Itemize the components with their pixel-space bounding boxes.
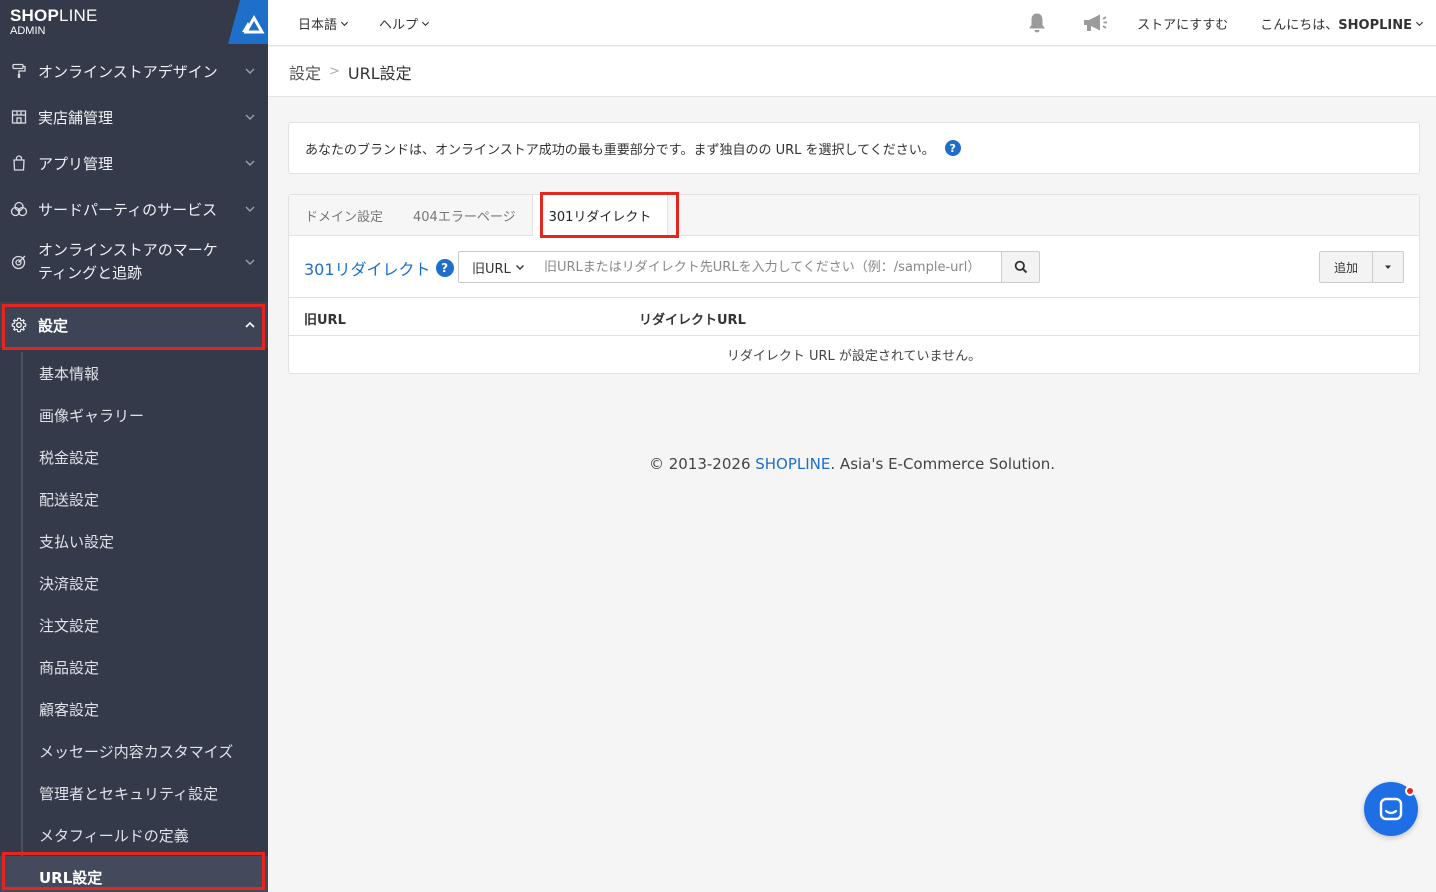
sidebar-subitem-url-settings[interactable]: URL設定 <box>0 856 268 892</box>
sidebar-item-apps[interactable]: アプリ管理 <box>0 140 268 186</box>
help-label: ヘルプ <box>379 17 419 33</box>
settings-submenu: 基本情報 画像ギャラリー 税金設定 配送設定 支払い設定 決済設定 注文設定 商… <box>0 352 268 892</box>
brand-bold: SHOP <box>10 6 59 25</box>
empty-table-message: リダイレクト URL が設定されていません。 <box>726 349 982 364</box>
caret-down-icon <box>1385 265 1391 269</box>
chat-icon <box>1379 797 1403 821</box>
chevron-down-icon <box>515 265 524 270</box>
sidebar: SHOPLINE ADMIN オンラインストアデザイン 実店舗管理 アプリ管理 <box>0 0 268 892</box>
notice-text: あなたのブランドは、オンラインストア成功の最も重要部分です。まず独自のの URL… <box>305 142 935 158</box>
circles-icon <box>10 200 28 218</box>
tab-404-page[interactable]: 404エラーページ <box>413 195 516 235</box>
breadcrumb-separator: > <box>329 64 340 79</box>
sidebar-subitem-order[interactable]: 注文設定 <box>0 604 268 646</box>
shopping-bag-icon <box>10 154 28 172</box>
sidebar-item-label: サードパーティのサービス <box>38 200 218 219</box>
target-icon <box>10 253 28 271</box>
sidebar-item-label: オンラインストアのマーケ ティングと追跡 <box>38 241 218 282</box>
collapse-sidebar-icon[interactable] <box>228 0 268 44</box>
breadcrumb: 設定 > URL設定 <box>268 47 1436 97</box>
search-button[interactable] <box>1001 251 1040 283</box>
sidebar-subitem-message[interactable]: メッセージ内容カスタマイズ <box>0 730 268 772</box>
megaphone-icon[interactable] <box>1081 11 1109 35</box>
brand-thin: LINE <box>58 6 98 25</box>
sidebar-subitem-tax[interactable]: 税金設定 <box>0 436 268 478</box>
store-icon <box>10 108 28 126</box>
search-icon <box>1014 260 1027 274</box>
chat-launcher-button[interactable] <box>1364 782 1418 836</box>
chevron-down-icon <box>245 68 255 74</box>
sidebar-item-physical-store[interactable]: 実店舗管理 <box>0 94 268 140</box>
add-options-button[interactable] <box>1373 251 1404 283</box>
table-header: 旧URL リダイレクトURL <box>289 298 1419 336</box>
sidebar-item-label: オンラインストアデザイン <box>38 62 218 81</box>
sidebar-subitem-checkout[interactable]: 決済設定 <box>0 562 268 604</box>
chevron-down-icon <box>245 114 255 120</box>
notification-dot <box>1405 786 1415 796</box>
sidebar-subitem-image-gallery[interactable]: 画像ギャラリー <box>0 394 268 436</box>
sidebar-subitem-product[interactable]: 商品設定 <box>0 646 268 688</box>
shopline-logo[interactable]: SHOPLINE ADMIN <box>0 0 268 48</box>
user-name: SHOPLINE <box>1338 17 1412 33</box>
sidebar-item-label: アプリ管理 <box>38 154 114 173</box>
chevron-down-icon[interactable] <box>1415 19 1424 28</box>
help-icon[interactable]: ? <box>435 259 454 277</box>
gear-icon <box>10 316 28 334</box>
shopline-link[interactable]: SHOPLINE <box>755 455 830 473</box>
tab-301-redirect[interactable]: 301リダイレクト <box>531 195 669 236</box>
bell-icon[interactable] <box>1025 11 1049 35</box>
top-header: 日本語 ヘルプ ストアにすすむ こんにちは、SHOPLINE <box>268 0 1436 46</box>
sidebar-item-settings[interactable]: 設定 <box>0 302 268 348</box>
user-menu[interactable]: こんにちは、SHOPLINE <box>1260 14 1412 33</box>
help-icon[interactable]: ? <box>944 140 961 156</box>
sidebar-item-label: 設定 <box>38 316 69 335</box>
search-field-select[interactable]: 旧URL <box>458 251 538 283</box>
greeting-text: こんにちは、 <box>1260 17 1339 33</box>
sidebar-subitem-shipping[interactable]: 配送設定 <box>0 478 268 520</box>
sidebar-item-marketing[interactable]: オンラインストアのマーケ ティングと追跡 <box>0 232 268 292</box>
go-to-store-link[interactable]: ストアにすすむ <box>1137 14 1228 33</box>
add-button-group: 追加 <box>1319 251 1404 283</box>
chevron-down-icon <box>245 160 255 166</box>
chevron-down-icon <box>245 259 255 265</box>
paint-roller-icon <box>10 62 28 80</box>
url-notice-box: あなたのブランドは、オンラインストア成功の最も重要部分です。まず独自のの URL… <box>288 122 1420 174</box>
chevron-down-icon <box>245 206 255 212</box>
page-footer: © 2013-2026 SHOPLINE. Asia's E-Commerce … <box>648 455 1056 473</box>
column-old-url: 旧URL <box>304 313 346 328</box>
redirect-toolbar: 301リダイレクト ? 旧URL 追加 <box>289 236 1419 298</box>
sidebar-subitem-payment[interactable]: 支払い設定 <box>0 520 268 562</box>
sidebar-subitem-customer[interactable]: 顧客設定 <box>0 688 268 730</box>
chevron-down-icon <box>421 21 430 26</box>
redirect-panel: ドメイン設定 404エラーページ 301リダイレクト 301リダイレクト ? 旧… <box>288 194 1420 374</box>
help-dropdown[interactable]: ヘルプ <box>379 14 430 33</box>
breadcrumb-parent[interactable]: 設定 <box>289 60 321 84</box>
sidebar-subitem-metafields[interactable]: メタフィールドの定義 <box>0 814 268 856</box>
sidebar-item-store-design[interactable]: オンラインストアデザイン <box>0 48 268 94</box>
redirect-search-input[interactable] <box>537 251 1002 283</box>
chevron-down-icon <box>340 21 349 26</box>
chevron-up-icon <box>245 321 255 328</box>
sidebar-item-third-party[interactable]: サードパーティのサービス <box>0 186 268 232</box>
url-tabs: ドメイン設定 404エラーページ 301リダイレクト <box>289 195 1419 236</box>
tab-domain-settings[interactable]: ドメイン設定 <box>305 195 383 235</box>
language-label: 日本語 <box>298 17 338 33</box>
column-redirect-url: リダイレクトURL <box>639 313 746 328</box>
redirect-title: 301リダイレクト ? <box>304 256 454 280</box>
sidebar-subitem-admin-security[interactable]: 管理者とセキュリティ設定 <box>0 772 268 814</box>
language-dropdown[interactable]: 日本語 <box>298 14 349 33</box>
add-button[interactable]: 追加 <box>1319 251 1373 283</box>
sidebar-subitem-basic-info[interactable]: 基本情報 <box>0 352 268 394</box>
sidebar-item-label: 実店舗管理 <box>38 108 114 127</box>
breadcrumb-current: URL設定 <box>347 63 412 83</box>
